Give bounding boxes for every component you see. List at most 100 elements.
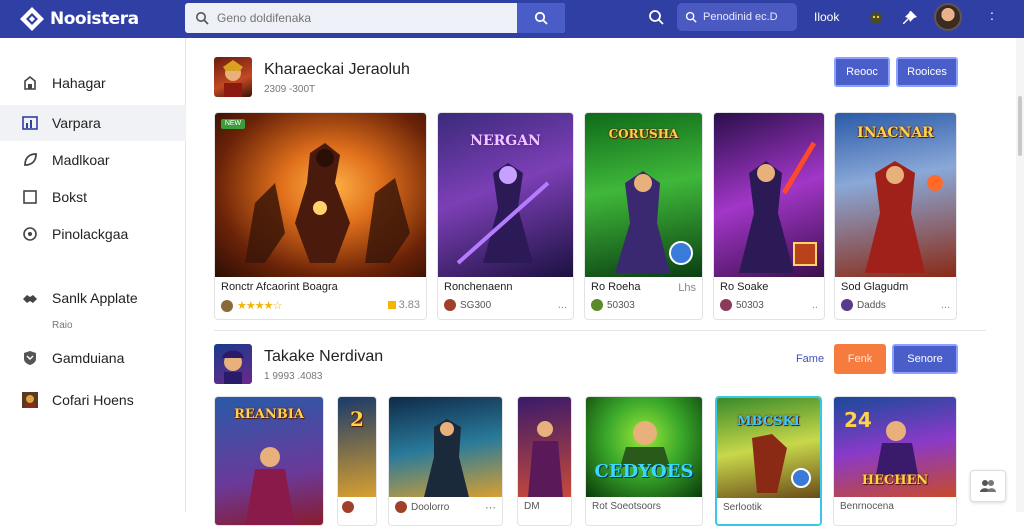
sidebar-item-label: Cofari Hoens <box>52 392 134 408</box>
section-action-button[interactable]: Senore <box>892 344 958 374</box>
sidebar-item-bokst[interactable]: Bokst <box>0 179 186 215</box>
game-cover-image: REANBIA <box>215 397 323 525</box>
quick-search-pill[interactable]: Penodinid ec.D <box>677 3 797 31</box>
community-fab[interactable] <box>970 470 1006 502</box>
game-meta: ★★★★☆ <box>221 299 282 312</box>
section-avatar <box>214 344 252 384</box>
sidebar-item-cofari-hoens[interactable]: Cofari Hoens <box>0 382 186 418</box>
game-card[interactable]: REANBIA <box>214 396 324 526</box>
cover-title-art: CEDYOES <box>594 461 694 482</box>
game-cover-image: NEW <box>215 113 426 277</box>
game-cover-image <box>389 397 502 497</box>
tag-icon <box>22 75 38 91</box>
sidebar-item-label: Sanlk Applate <box>52 290 138 306</box>
game-card[interactable]: Ro Soake 50303 .. <box>713 112 825 320</box>
coin-icon <box>387 301 396 309</box>
game-card[interactable]: INACNAR Sod Glagudm Dadds ... <box>834 112 957 320</box>
game-title: Serlootik <box>723 502 762 513</box>
avatar <box>221 299 233 312</box>
game-card[interactable]: MBCSKI Serlootik <box>715 396 822 526</box>
sidebar-item-varpara[interactable]: Varpara <box>0 105 186 141</box>
game-card[interactable]: Doolorro ⋯ <box>388 396 503 526</box>
game-title: Sod Glagudm <box>841 281 909 293</box>
section-divider <box>214 330 986 331</box>
avatar <box>444 299 456 311</box>
section-subtitle: 1 9993 .4083 <box>264 371 323 382</box>
game-title: Ro Soake <box>720 281 769 293</box>
game-card[interactable]: 2 <box>337 396 377 526</box>
sidebar-item-pinolackgaa[interactable]: Pinolackgaa <box>0 216 186 252</box>
app-name: Nooistera <box>50 9 139 29</box>
game-title: Ronchenaenn <box>444 281 513 293</box>
search-button[interactable] <box>517 3 565 33</box>
game-cover-image: 24 HECHEN <box>834 397 956 497</box>
search-icon <box>685 11 697 23</box>
game-meta: Serlootik <box>723 502 762 513</box>
more-icon[interactable]: Lhs <box>678 282 696 294</box>
sidebar-item-label: Madlkoar <box>52 152 110 168</box>
cover-title-art: 2 <box>350 407 364 431</box>
section-action-button[interactable]: Fenk <box>834 344 886 374</box>
section-action-button[interactable]: Rooices <box>896 57 958 87</box>
game-meta: 50303 <box>591 299 635 311</box>
search-icon[interactable] <box>648 9 664 25</box>
more-icon[interactable]: ⋯ <box>485 501 496 514</box>
top-link[interactable]: Ilook <box>814 10 839 24</box>
star-rating: ★★★★☆ <box>237 300 282 312</box>
game-cover-image <box>518 397 571 497</box>
sidebar-item-madlkoar[interactable]: Madlkoar <box>0 142 186 178</box>
sidebar-sub-label: Raio <box>52 320 73 331</box>
avatar <box>395 501 407 513</box>
game-cover-image: CORUSHA <box>585 113 702 277</box>
more-icon[interactable]: .. <box>812 299 818 311</box>
sidebar: Hahagar Varpara Madlkoar Bokst Pinolackg… <box>0 38 186 512</box>
search-input[interactable] <box>217 11 527 25</box>
sidebar-item-label: Gamduiana <box>52 350 125 366</box>
game-meta: Dadds <box>841 299 886 311</box>
game-card[interactable]: CEDYOES Rot Soeotsoors <box>585 396 703 526</box>
sidebar-item-sanlk-applate[interactable]: Sanlk Applate <box>0 280 186 316</box>
scroll-thumb[interactable] <box>1018 96 1022 156</box>
handshake-icon <box>22 290 38 306</box>
sidebar-item-label: Pinolackgaa <box>52 226 129 242</box>
game-cover-image: 2 <box>338 397 376 497</box>
game-card[interactable]: NERGAN Ronchenaenn SG300 ... <box>437 112 574 320</box>
game-title: Doolorro <box>411 501 450 513</box>
game-title: Benrnocena <box>840 501 894 512</box>
pin-icon[interactable] <box>900 8 920 28</box>
pill-label: Penodinid ec.D <box>703 11 778 23</box>
chart-icon <box>22 115 38 131</box>
game-title: DM <box>524 501 540 512</box>
game-card[interactable]: DM <box>517 396 572 526</box>
section-action-button[interactable]: Reooc <box>834 57 890 87</box>
game-card[interactable]: NEW Ronctr Afcaorint Boagra ★★★★☆ 3.83 <box>214 112 427 320</box>
creature-icon[interactable] <box>866 8 886 28</box>
sidebar-item-hahagar[interactable]: Hahagar <box>0 65 186 101</box>
game-card[interactable]: CORUSHA Ro Roeha 50303 Lhs <box>584 112 703 320</box>
scrollbar[interactable] <box>1016 38 1024 512</box>
game-card[interactable]: 24 HECHEN Benrnocena <box>833 396 957 526</box>
rating-value: 3.83 <box>387 299 420 311</box>
cover-title-art: REANBIA <box>234 407 304 422</box>
svg-text:24: 24 <box>844 408 872 432</box>
more-vert-icon[interactable]: · · <box>985 5 999 25</box>
game-meta: Rot Soeotsoors <box>592 501 661 512</box>
sidebar-item-label: Bokst <box>52 189 88 205</box>
more-icon[interactable]: ... <box>558 299 567 311</box>
user-avatar[interactable] <box>934 3 962 31</box>
cover-title-art: HECHEN <box>861 473 929 488</box>
square-icon <box>22 189 38 205</box>
cover-title-art: MBCSKI <box>737 414 800 429</box>
app-logo[interactable]: Nooistera <box>18 5 184 33</box>
section-header: Takake Nerdivan 1 9993 .4083 Fame Fenk S… <box>214 344 994 386</box>
new-badge: NEW <box>221 119 245 129</box>
search-bar[interactable] <box>185 3 565 33</box>
section-subtitle: 2309 -300T <box>264 84 316 95</box>
more-icon[interactable]: ... <box>941 299 950 311</box>
section-link-button[interactable]: Fame <box>790 344 830 374</box>
leaf-icon <box>22 152 38 168</box>
pin-icon <box>22 226 38 242</box>
sidebar-item-gamduiana[interactable]: Gamduiana <box>0 340 186 376</box>
section-avatar <box>214 57 252 97</box>
cover-title-art: NERGAN <box>470 133 541 149</box>
